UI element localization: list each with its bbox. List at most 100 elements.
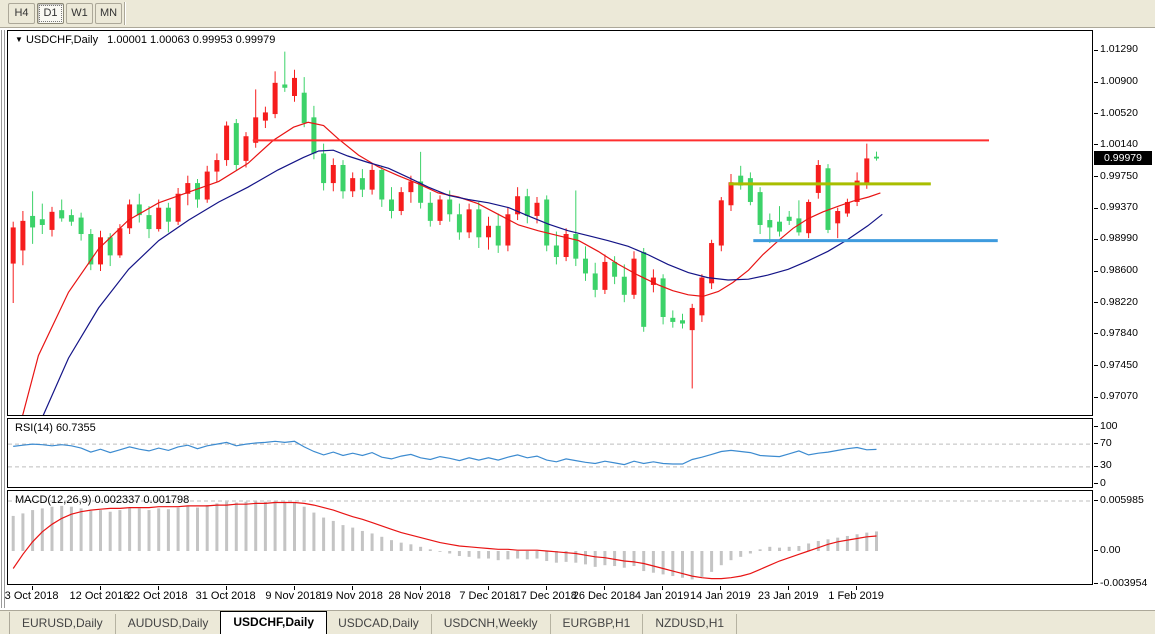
macd-histogram-bar (671, 551, 674, 576)
date-axis-label: 31 Oct 2018 (196, 590, 256, 602)
candle-body-11-21 (370, 170, 375, 190)
macd-histogram-bar (836, 538, 839, 551)
candle-body-12-10 (496, 226, 501, 246)
macd-histogram-bar (545, 551, 548, 561)
main-price-panel[interactable]: ▼ USDCHF,Daily 1.00001 1.00063 0.99953 0… (7, 30, 1093, 416)
macd-histogram-bar (31, 510, 34, 551)
price-axis-label: 0.99750 (1100, 170, 1138, 183)
date-axis-label: 28 Nov 2018 (388, 590, 450, 602)
price-axis-label: 0.97070 (1100, 390, 1138, 403)
timeframe-button-H4[interactable]: H4 (8, 3, 35, 24)
toolbar-separator (124, 2, 126, 25)
chart-ohlc-values: 1.00001 1.00063 0.99953 0.99979 (107, 34, 275, 46)
macd-axis-tick (1094, 583, 1098, 584)
price-axis-tick (1094, 113, 1098, 114)
candle-body-12-28 (622, 277, 627, 295)
chart-tab-NZDUSD-H1[interactable]: NZDUSD,H1 (643, 614, 737, 634)
candle-body-01-21 (767, 220, 772, 227)
candle-body-10-02 (20, 221, 25, 251)
candle-body-11-23 (389, 200, 394, 212)
macd-histogram-bar (497, 551, 500, 560)
candle-body-11-09 (292, 78, 297, 96)
macd-histogram-bar (109, 512, 112, 551)
timeframe-button-MN[interactable]: MN (95, 3, 122, 24)
candle-body-11-19 (350, 178, 355, 191)
date-axis[interactable]: 3 Oct 201812 Oct 201822 Oct 201831 Oct 2… (7, 588, 1093, 608)
chart-tab-USDCHF-Daily[interactable]: USDCHF,Daily (220, 611, 327, 634)
macd-histogram-bar (80, 508, 83, 551)
tab-bar-left-edge (0, 612, 10, 634)
candle-body-12-14 (535, 203, 540, 216)
candle-body-10-24 (176, 194, 181, 222)
macd-label: MACD(12,26,9) 0.002337 0.001798 (15, 494, 189, 506)
candle-body-12-03 (447, 200, 452, 215)
price-axis[interactable]: 0.99979 1.012901.009001.005201.001400.99… (1094, 30, 1155, 586)
chevron-down-icon[interactable]: ▼ (15, 35, 23, 44)
chart-tab-EURUSD-Daily[interactable]: EURUSD,Daily (10, 614, 116, 634)
chart-tab-AUDUSD-Daily[interactable]: AUDUSD,Daily (116, 614, 222, 634)
timeframe-button-D1[interactable]: D1 (37, 3, 64, 24)
macd-histogram-bar (477, 551, 480, 559)
macd-histogram-bar (186, 506, 189, 551)
candlestick-chart-canvas[interactable] (8, 31, 1092, 415)
rsi-axis-tick (1094, 466, 1098, 467)
macd-histogram-bar (448, 551, 451, 554)
macd-indicator-panel[interactable]: MACD(12,26,9) 0.002337 0.001798 (7, 490, 1093, 585)
candle-body-10-17 (127, 204, 132, 228)
timeframe-button-W1[interactable]: W1 (66, 3, 93, 24)
chart-tab-USDCNH-Weekly[interactable]: USDCNH,Weekly (432, 614, 551, 634)
macd-histogram-bar (555, 551, 558, 563)
candle-body-12-20 (573, 234, 578, 259)
rsi-indicator-panel[interactable]: RSI(14) 60.7355 (7, 418, 1093, 488)
candle-body-01-23 (787, 217, 792, 221)
date-axis-label: 3 Oct 2018 (5, 590, 59, 602)
macd-histogram-bar (283, 502, 286, 551)
candle-body-11-14 (321, 153, 326, 183)
candle-body-12-13 (525, 196, 530, 216)
candle-body-12-27 (612, 262, 617, 277)
price-axis-label: 1.00140 (1100, 138, 1138, 151)
price-axis-tick (1094, 397, 1098, 398)
macd-axis-label: 0.005985 (1100, 494, 1144, 507)
macd-signal-line (13, 503, 876, 579)
candle-body-10-31 (224, 126, 229, 161)
macd-histogram-bar (807, 543, 810, 551)
chart-title: ▼ USDCHF,Daily 1.00001 1.00063 0.99953 0… (15, 34, 275, 46)
macd-histogram-bar (856, 534, 859, 551)
macd-histogram-bar (797, 546, 800, 551)
price-axis-tick (1094, 50, 1098, 51)
candle-body-10-22 (156, 208, 161, 229)
candle-body-10-12 (98, 237, 103, 264)
candle-body-12-31 (632, 259, 637, 295)
macd-histogram-bar (254, 501, 257, 551)
macd-histogram-bar (264, 502, 267, 551)
candle-body-10-08 (59, 210, 64, 218)
macd-histogram-bar (99, 510, 102, 551)
macd-histogram-bar (51, 507, 54, 551)
macd-histogram-bar (12, 516, 15, 551)
macd-histogram-bar (245, 502, 248, 551)
rsi-axis-label: 30 (1100, 459, 1112, 472)
candle-body-10-16 (117, 228, 122, 255)
candle-body-01-15 (729, 182, 734, 205)
macd-histogram-bar (468, 551, 471, 557)
price-axis-label: 0.98600 (1100, 264, 1138, 277)
candle-body-12-06 (476, 209, 481, 237)
date-axis-label: 9 Nov 2018 (265, 590, 321, 602)
rsi-axis-label: 0 (1100, 477, 1106, 490)
rsi-axis-label: 70 (1100, 437, 1112, 450)
date-axis-label: 26 Dec 2018 (573, 590, 635, 602)
candle-body-10-01 (11, 227, 16, 263)
macd-histogram-bar (322, 518, 325, 551)
date-axis-label: 14 Jan 2019 (690, 590, 751, 602)
candle-body-12-07 (486, 226, 491, 238)
candle-body-11-22 (379, 170, 384, 200)
candle-body-01-02 (641, 252, 646, 327)
macd-histogram-bar (749, 551, 752, 554)
chart-tab-EURGBP-H1[interactable]: EURGBP,H1 (551, 614, 644, 634)
rsi-chart-canvas[interactable] (8, 419, 1092, 487)
chart-tab-USDCAD-Daily[interactable]: USDCAD,Daily (326, 614, 432, 634)
candle-body-10-09 (69, 215, 74, 222)
macd-axis-tick (1094, 550, 1098, 551)
macd-histogram-bar (633, 551, 636, 566)
